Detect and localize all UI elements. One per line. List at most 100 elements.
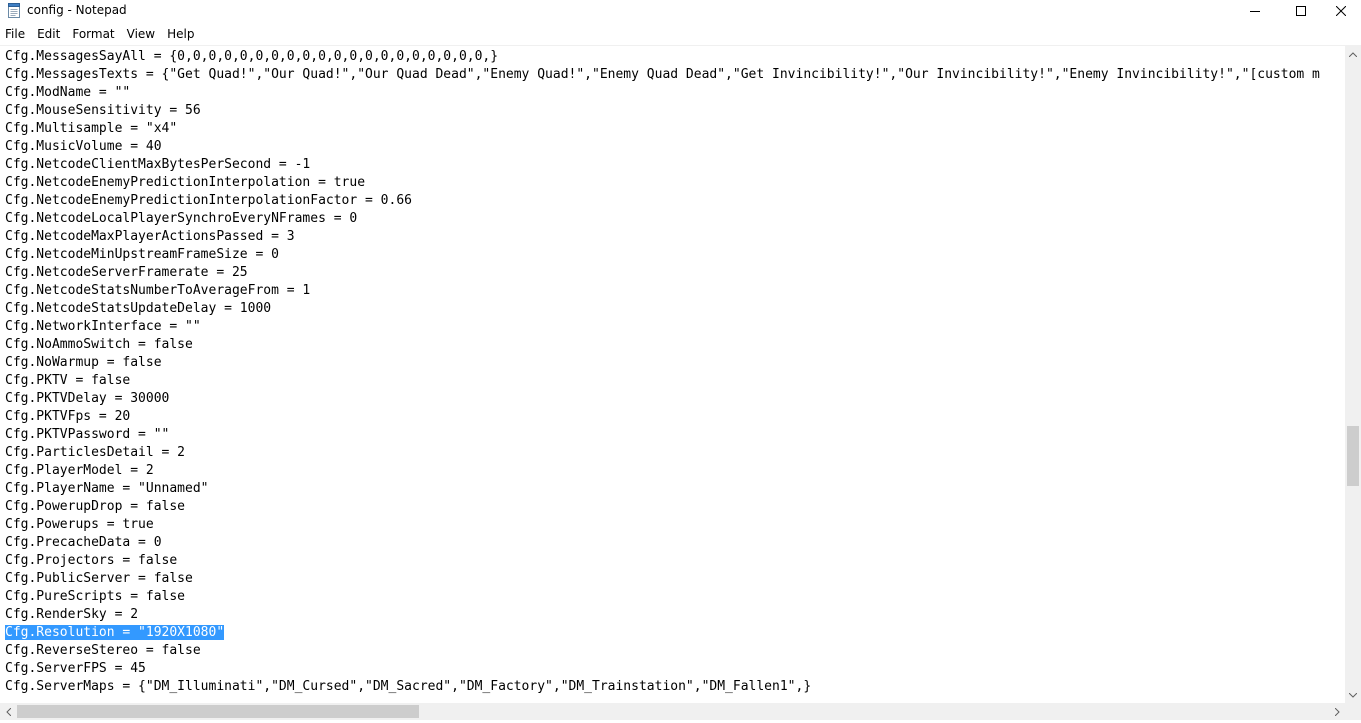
- text-line[interactable]: Cfg.NetworkInterface = "": [5, 318, 1320, 336]
- text-line-content: Cfg.NetcodeLocalPlayerSynchroEveryNFrame…: [5, 211, 358, 226]
- text-line[interactable]: Cfg.Powerups = true: [5, 516, 1320, 534]
- maximize-icon: [1296, 6, 1306, 16]
- scroll-down-button[interactable]: [1345, 687, 1361, 703]
- minimize-button[interactable]: [1232, 0, 1278, 22]
- text-line-content: Cfg.NetcodeServerFramerate = 25: [5, 265, 248, 280]
- text-line-content: Cfg.MessagesTexts = {"Get Quad!","Our Qu…: [5, 67, 1320, 82]
- text-line-content: Cfg.Powerups = true: [5, 517, 154, 532]
- chevron-up-icon: [1349, 51, 1357, 57]
- text-line[interactable]: Cfg.ParticlesDetail = 2: [5, 444, 1320, 462]
- text-line-content: Cfg.MessagesSayAll = {0,0,0,0,0,0,0,0,0,…: [5, 49, 499, 64]
- minimize-icon: [1250, 11, 1260, 12]
- text-line[interactable]: Cfg.PowerupDrop = false: [5, 498, 1320, 516]
- close-button[interactable]: [1318, 0, 1361, 22]
- menu-file[interactable]: File: [0, 24, 31, 44]
- text-line[interactable]: Cfg.ReverseStereo = false: [5, 642, 1320, 660]
- text-line[interactable]: Cfg.NetcodeStatsUpdateDelay = 1000: [5, 300, 1320, 318]
- text-line-content: Cfg.ModName = "": [5, 85, 131, 100]
- text-line[interactable]: Cfg.ModName = "": [5, 84, 1320, 102]
- text-line[interactable]: Cfg.NetcodeMaxPlayerActionsPassed = 3: [5, 228, 1320, 246]
- text-line-content: Cfg.PKTV = false: [5, 373, 131, 388]
- chevron-down-icon: [1349, 692, 1357, 698]
- vertical-scrollbar[interactable]: [1345, 46, 1361, 703]
- selected-text: Cfg.Resolution = "1920X1080": [5, 625, 225, 640]
- text-line-content: Cfg.PrecacheData = 0: [5, 535, 162, 550]
- text-line-content: Cfg.PlayerName = "Unnamed": [5, 481, 209, 496]
- text-editor[interactable]: Cfg.MessagesSayAll = {0,0,0,0,0,0,0,0,0,…: [0, 46, 1345, 703]
- text-line[interactable]: Cfg.NetcodeClientMaxBytesPerSecond = -1: [5, 156, 1320, 174]
- text-line[interactable]: Cfg.PKTV = false: [5, 372, 1320, 390]
- text-line-content: Cfg.PKTVFps = 20: [5, 409, 131, 424]
- text-line-content: Cfg.PureScripts = false: [5, 589, 186, 604]
- text-line[interactable]: Cfg.MusicVolume = 40: [5, 138, 1320, 156]
- text-line-content: Cfg.NoWarmup = false: [5, 355, 162, 370]
- text-line[interactable]: Cfg.PublicServer = false: [5, 570, 1320, 588]
- text-line[interactable]: Cfg.MouseSensitivity = 56: [5, 102, 1320, 120]
- text-line-content: Cfg.ServerMaps = {"DM_Illuminati","DM_Cu…: [5, 679, 812, 694]
- text-line[interactable]: Cfg.RenderSky = 2: [5, 606, 1320, 624]
- text-lines: Cfg.MessagesSayAll = {0,0,0,0,0,0,0,0,0,…: [5, 48, 1320, 696]
- text-line-content: Cfg.NetcodeEnemyPredictionInterpolationF…: [5, 193, 412, 208]
- text-line[interactable]: Cfg.PlayerModel = 2: [5, 462, 1320, 480]
- text-line[interactable]: Cfg.NetcodeStatsNumberToAverageFrom = 1: [5, 282, 1320, 300]
- text-line-content: Cfg.MouseSensitivity = 56: [5, 103, 201, 118]
- text-line-content: Cfg.NetcodeMinUpstreamFrameSize = 0: [5, 247, 279, 262]
- chevron-right-icon: [1334, 707, 1340, 716]
- menu-bar: File Edit Format View Help: [0, 24, 1361, 44]
- close-icon: [1336, 6, 1346, 16]
- notepad-window: config - Notepad File Edit Format View H…: [0, 0, 1361, 723]
- text-line[interactable]: Cfg.PureScripts = false: [5, 588, 1320, 606]
- text-line[interactable]: Cfg.Resolution = "1920X1080": [5, 624, 1320, 642]
- text-line-content: Cfg.ServerFPS = 45: [5, 661, 146, 676]
- text-line[interactable]: Cfg.NoAmmoSwitch = false: [5, 336, 1320, 354]
- text-line[interactable]: Cfg.PKTVPassword = "": [5, 426, 1320, 444]
- text-line-content: Cfg.PKTVPassword = "": [5, 427, 170, 442]
- text-line-content: Cfg.NetcodeStatsNumberToAverageFrom = 1: [5, 283, 311, 298]
- horizontal-scroll-thumb[interactable]: [17, 705, 419, 718]
- text-line-content: Cfg.NetcodeEnemyPredictionInterpolation …: [5, 175, 366, 190]
- scrollbar-corner: [1345, 703, 1361, 720]
- text-line[interactable]: Cfg.ServerFPS = 45: [5, 660, 1320, 678]
- text-line-content: Cfg.PublicServer = false: [5, 571, 193, 586]
- text-line[interactable]: Cfg.NetcodeEnemyPredictionInterpolation …: [5, 174, 1320, 192]
- scroll-left-button[interactable]: [0, 703, 16, 720]
- text-line[interactable]: Cfg.NetcodeMinUpstreamFrameSize = 0: [5, 246, 1320, 264]
- text-line-content: Cfg.PlayerModel = 2: [5, 463, 154, 478]
- text-line-content: Cfg.NetcodeMaxPlayerActionsPassed = 3: [5, 229, 295, 244]
- notepad-icon[interactable]: [7, 3, 21, 18]
- horizontal-scrollbar[interactable]: [0, 703, 1345, 720]
- scroll-up-button[interactable]: [1345, 46, 1361, 62]
- text-line[interactable]: Cfg.MessagesSayAll = {0,0,0,0,0,0,0,0,0,…: [5, 48, 1320, 66]
- menu-edit[interactable]: Edit: [31, 24, 66, 44]
- text-line-content: Cfg.NoAmmoSwitch = false: [5, 337, 193, 352]
- text-line[interactable]: Cfg.PrecacheData = 0: [5, 534, 1320, 552]
- text-line-content: Cfg.NetcodeClientMaxBytesPerSecond = -1: [5, 157, 311, 172]
- window-title: config - Notepad: [27, 3, 127, 17]
- menu-format[interactable]: Format: [66, 24, 120, 44]
- text-line-content: Cfg.PowerupDrop = false: [5, 499, 186, 514]
- text-line-content: Cfg.Multisample = "x4": [5, 121, 178, 136]
- text-line[interactable]: Cfg.ServerMaps = {"DM_Illuminati","DM_Cu…: [5, 678, 1320, 696]
- chevron-left-icon: [5, 707, 11, 716]
- vertical-scroll-thumb[interactable]: [1347, 426, 1359, 486]
- menu-help[interactable]: Help: [161, 24, 200, 44]
- text-line[interactable]: Cfg.NoWarmup = false: [5, 354, 1320, 372]
- text-line[interactable]: Cfg.NetcodeEnemyPredictionInterpolationF…: [5, 192, 1320, 210]
- text-line[interactable]: Cfg.PKTVDelay = 30000: [5, 390, 1320, 408]
- text-line[interactable]: Cfg.MessagesTexts = {"Get Quad!","Our Qu…: [5, 66, 1320, 84]
- text-line[interactable]: Cfg.NetcodeServerFramerate = 25: [5, 264, 1320, 282]
- text-line[interactable]: Cfg.Multisample = "x4": [5, 120, 1320, 138]
- text-line-content: Cfg.Projectors = false: [5, 553, 178, 568]
- text-line[interactable]: Cfg.PKTVFps = 20: [5, 408, 1320, 426]
- text-line-content: Cfg.MusicVolume = 40: [5, 139, 162, 154]
- text-line[interactable]: Cfg.PlayerName = "Unnamed": [5, 480, 1320, 498]
- text-line[interactable]: Cfg.Projectors = false: [5, 552, 1320, 570]
- title-bar[interactable]: config - Notepad: [0, 0, 1361, 22]
- text-line-content: Cfg.ParticlesDetail = 2: [5, 445, 186, 460]
- menu-view[interactable]: View: [121, 24, 161, 44]
- text-line-content: Cfg.NetworkInterface = "": [5, 319, 201, 334]
- text-line[interactable]: Cfg.NetcodeLocalPlayerSynchroEveryNFrame…: [5, 210, 1320, 228]
- text-line-content: Cfg.ReverseStereo = false: [5, 643, 201, 658]
- text-line-content: Cfg.RenderSky = 2: [5, 607, 139, 622]
- scroll-right-button[interactable]: [1329, 703, 1345, 720]
